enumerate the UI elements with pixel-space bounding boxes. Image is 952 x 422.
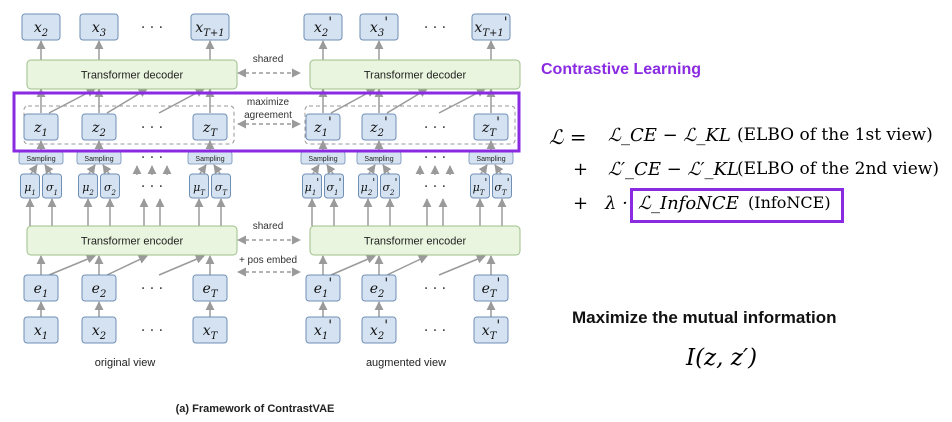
- right-musigma-ellipsis: · · ·: [424, 179, 446, 195]
- right-transformer-decoder-label: Transformer decoder: [364, 70, 467, 82]
- loss-line3-lambda: λ ·: [605, 193, 628, 214]
- left-sampling-label-2: Sampling: [195, 156, 224, 163]
- right-sampling-label-2: Sampling: [476, 156, 505, 163]
- right-transformer-encoder-label: Transformer encoder: [364, 236, 467, 248]
- left-enc-diag-2: [106, 255, 148, 276]
- left-output-ellipsis: · · ·: [141, 20, 163, 36]
- loss-line3-math: ℒ_InfoNCE: [638, 193, 739, 214]
- left-input-ellipsis: · · ·: [141, 323, 163, 339]
- figure-caption: (a) Framework of ContrastVAE: [176, 403, 335, 415]
- contrastive-learning-heading: Contrastive Learning: [541, 61, 702, 78]
- left-latent-ellipsis: · · ·: [141, 120, 163, 136]
- right-enc-diag-2: [386, 255, 428, 276]
- original-view-caption: original view: [95, 357, 156, 369]
- left-enc-diag-3: [158, 255, 205, 276]
- left-sampling-label-1: Sampling: [84, 156, 113, 163]
- augmented-view-caption: augmented view: [366, 357, 446, 369]
- agreement-label: agreement: [244, 110, 292, 121]
- loss-line1-note: (ELBO of the 1st view): [737, 125, 933, 145]
- left-transformer-decoder-label: Transformer decoder: [81, 70, 184, 82]
- right-enc-diag-1: [330, 255, 376, 276]
- loss-line2-op: +: [573, 159, 589, 180]
- loss-line2-note: (ELBO of the 2nd view): [737, 159, 939, 179]
- loss-line3-op: +: [573, 193, 589, 214]
- left-musigma-ellipsis: · · ·: [141, 179, 163, 195]
- mutual-information-formula: I(z, z′): [686, 345, 758, 371]
- maximize-label: maximize: [247, 97, 290, 108]
- mutual-information-heading: Maximize the mutual information: [572, 308, 837, 327]
- loss-line1-math: ℒ_CE − ℒ_KL: [608, 125, 731, 146]
- shared-label-bottom: shared: [253, 221, 284, 232]
- right-enc-diag-3: [438, 254, 486, 276]
- left-transformer-encoder-label: Transformer encoder: [81, 236, 184, 248]
- left-embed-ellipsis: · · ·: [141, 281, 163, 297]
- loss-line2-math: ℒ′_CE − ℒ′_KL: [608, 159, 739, 180]
- right-input-ellipsis: · · ·: [424, 323, 446, 339]
- right-embed-ellipsis: · · ·: [424, 281, 446, 297]
- page-root: Transformer decoder Transformer encoder x2…: [0, 0, 952, 422]
- left-enc-diag-1: [48, 254, 96, 276]
- right-latent-ellipsis: · · ·: [424, 120, 446, 136]
- right-output-ellipsis: · · ·: [424, 20, 446, 36]
- right-sampling-label-0: Sampling: [308, 156, 337, 163]
- shared-label-top: shared: [253, 54, 284, 65]
- pos-embed-label: + pos embed: [239, 255, 297, 266]
- left-sampling-label-0: Sampling: [26, 156, 55, 163]
- loss-lhs: ℒ =: [549, 125, 587, 149]
- right-sampling-label-1: Sampling: [364, 156, 393, 163]
- loss-line3-note: (InfoNCE): [748, 193, 831, 212]
